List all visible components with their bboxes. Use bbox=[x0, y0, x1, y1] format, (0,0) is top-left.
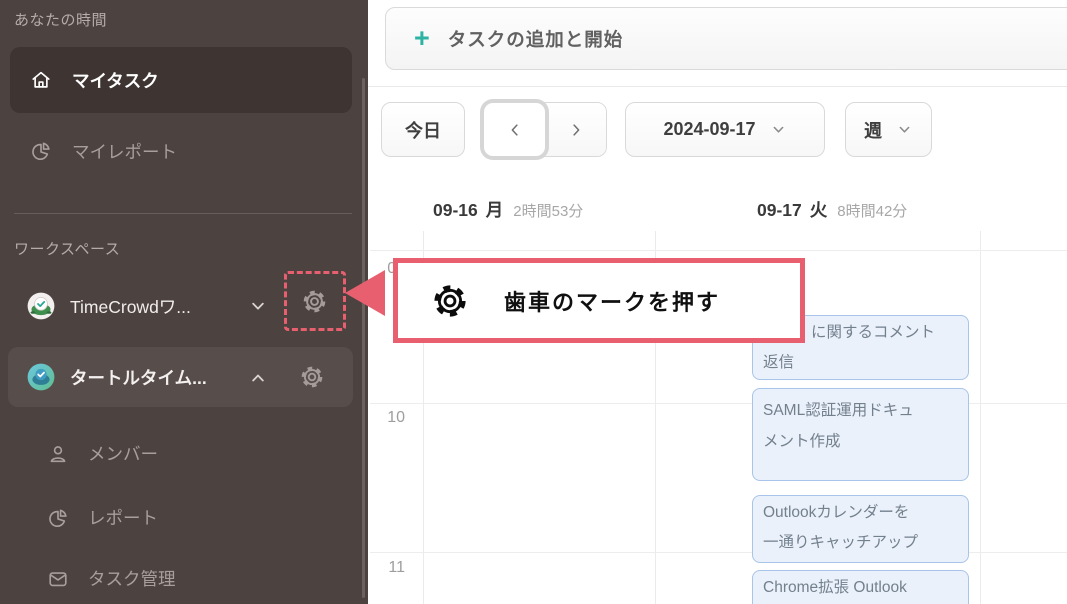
today-button[interactable]: 今日 bbox=[381, 102, 465, 157]
day-date: 09-16 bbox=[433, 200, 478, 221]
event-title-line: 返信 bbox=[763, 348, 958, 378]
grid-line-vertical bbox=[980, 231, 981, 604]
chevron-up-icon[interactable] bbox=[248, 368, 268, 388]
annotation-dashed-highlight bbox=[284, 271, 346, 331]
sidebar-item-label: メンバー bbox=[88, 441, 158, 466]
prev-button[interactable] bbox=[484, 103, 545, 156]
day-header-mon: 09-16 月 2時間53分 bbox=[433, 197, 583, 222]
chevron-down-icon[interactable] bbox=[248, 296, 268, 316]
sidebar-item-my-reports[interactable]: マイレポート bbox=[10, 128, 352, 174]
annotation-label: 歯車のマークを押す bbox=[504, 285, 720, 317]
view-mode-value: 週 bbox=[864, 117, 882, 143]
toolbar-divider bbox=[368, 86, 1067, 87]
view-mode-button[interactable]: 週 bbox=[845, 102, 932, 157]
calendar-event[interactable]: Outlookカレンダーを 一通りキャッチアップ bbox=[752, 495, 969, 563]
gear-icon bbox=[432, 283, 468, 319]
sidebar-item-task-management[interactable]: タスク管理 bbox=[47, 566, 176, 591]
calendar-event[interactable]: SAML認証運用ドキュ メント作成 bbox=[752, 388, 969, 481]
calendar-event[interactable]: Chrome拡張 Outlook bbox=[752, 570, 969, 604]
home-icon bbox=[30, 69, 52, 91]
sidebar-item-label: レポート bbox=[88, 505, 158, 530]
sidebar-item-label: マイタスク bbox=[72, 68, 159, 93]
pie-chart-icon bbox=[47, 507, 69, 529]
annotation-arrow bbox=[345, 270, 385, 316]
chevron-right-icon bbox=[567, 121, 585, 139]
chevron-down-icon bbox=[770, 121, 787, 138]
sidebar-item-members[interactable]: メンバー bbox=[47, 441, 158, 466]
date-nav-segmented-control bbox=[483, 102, 607, 157]
sidebar-scrollbar[interactable] bbox=[362, 78, 365, 598]
sidebar-item-label: マイレポート bbox=[72, 139, 177, 164]
chevron-down-icon bbox=[896, 121, 913, 138]
day-duration: 8時間42分 bbox=[837, 200, 907, 221]
sidebar-item-reports[interactable]: レポート bbox=[47, 505, 158, 530]
date-picker-button[interactable]: 2024-09-17 bbox=[625, 102, 825, 157]
workspace-name: TimeCrowdワ... bbox=[70, 294, 191, 319]
hour-label: 10 bbox=[381, 409, 405, 427]
grid-line-hour bbox=[370, 250, 1067, 251]
today-label: 今日 bbox=[405, 117, 441, 143]
event-title-line: 一通りキャッチアップ bbox=[763, 528, 958, 558]
next-button[interactable] bbox=[545, 103, 606, 156]
day-duration: 2時間53分 bbox=[513, 200, 583, 221]
date-value: 2024-09-17 bbox=[663, 119, 755, 140]
event-title-line: Chrome拡張 Outlook bbox=[763, 573, 958, 603]
plus-icon: + bbox=[414, 25, 430, 52]
day-date: 09-17 bbox=[757, 200, 802, 221]
sidebar-divider bbox=[14, 213, 352, 214]
hour-label: 11 bbox=[381, 559, 405, 577]
workspace-settings-gear-icon[interactable] bbox=[300, 365, 324, 389]
sidebar-section-workspace: ワークスペース bbox=[14, 238, 120, 259]
workspace-avatar bbox=[27, 363, 55, 391]
workspace-name: タートルタイム... bbox=[70, 365, 207, 390]
day-weekday: 火 bbox=[810, 197, 828, 222]
event-title-line: Outlookカレンダーを bbox=[763, 498, 958, 528]
add-task-button[interactable]: + タスクの追加と開始 bbox=[385, 7, 1067, 70]
event-title-line: SAML認証運用ドキュ bbox=[763, 395, 958, 426]
sidebar-item-my-tasks[interactable]: マイタスク bbox=[10, 47, 352, 113]
sidebar-section-your-time: あなたの時間 bbox=[14, 9, 107, 30]
day-weekday: 月 bbox=[486, 197, 504, 222]
person-icon bbox=[47, 443, 69, 465]
event-title-line: メント作成 bbox=[763, 426, 958, 457]
mail-icon bbox=[47, 568, 69, 590]
day-header-tue: 09-17 火 8時間42分 bbox=[757, 197, 907, 222]
annotation-callout: 歯車のマークを押す bbox=[393, 258, 805, 343]
pie-chart-icon bbox=[30, 140, 52, 162]
sidebar-item-label: タスク管理 bbox=[88, 566, 176, 591]
add-task-label: タスクの追加と開始 bbox=[448, 26, 624, 52]
app-window: あなたの時間 マイタスク マイレポート ワークスペース TimeCrowdワ..… bbox=[0, 0, 1067, 604]
chevron-left-icon bbox=[506, 121, 524, 139]
workspace-avatar bbox=[27, 292, 55, 320]
